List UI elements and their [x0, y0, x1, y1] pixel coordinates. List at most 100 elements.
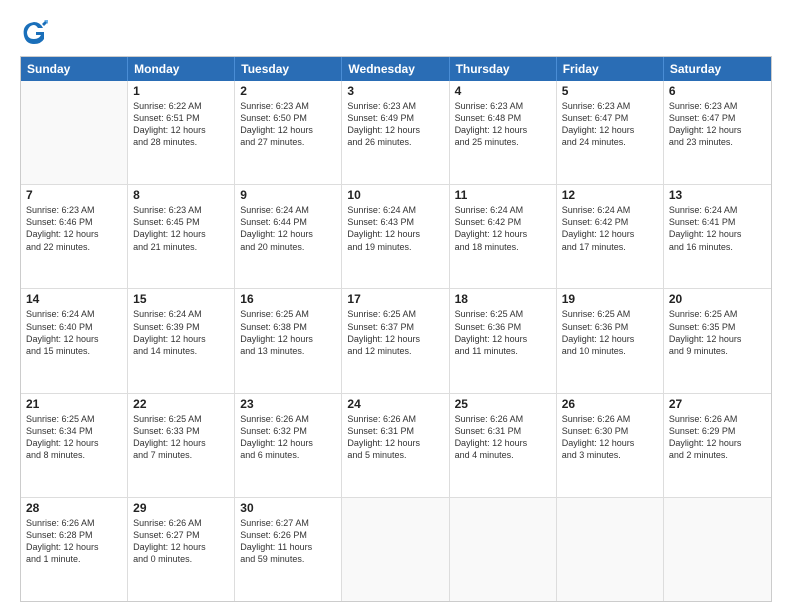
cell-info-line: Daylight: 12 hours — [240, 333, 336, 345]
cell-info-line: Daylight: 12 hours — [562, 437, 658, 449]
day-cell-13: 13Sunrise: 6:24 AMSunset: 6:41 PMDayligh… — [664, 185, 771, 288]
cell-info-line: Sunrise: 6:25 AM — [240, 308, 336, 320]
day-cell-14: 14Sunrise: 6:24 AMSunset: 6:40 PMDayligh… — [21, 289, 128, 392]
cell-info-line: Sunset: 6:29 PM — [669, 425, 766, 437]
header-day-thursday: Thursday — [450, 57, 557, 81]
calendar-header: SundayMondayTuesdayWednesdayThursdayFrid… — [21, 57, 771, 81]
calendar-row-2: 14Sunrise: 6:24 AMSunset: 6:40 PMDayligh… — [21, 288, 771, 392]
day-number: 17 — [347, 292, 443, 306]
cell-info-line: and 28 minutes. — [133, 136, 229, 148]
day-number: 6 — [669, 84, 766, 98]
cell-info-line: Daylight: 12 hours — [240, 437, 336, 449]
cell-info-line: Sunset: 6:45 PM — [133, 216, 229, 228]
day-cell-12: 12 Sunrise: 6:24 AMSunset: 6:42 PMDayligh… — [557, 185, 664, 288]
header-day-tuesday: Tuesday — [235, 57, 342, 81]
cell-info-line: Sunrise: 6:23 AM — [240, 100, 336, 112]
day-number: 13 — [669, 188, 766, 202]
day-cell-16: 16Sunrise: 6:25 AMSunset: 6:38 PMDayligh… — [235, 289, 342, 392]
cell-info-line: Sunset: 6:36 PM — [455, 321, 551, 333]
cell-info-line: and 27 minutes. — [240, 136, 336, 148]
day-cell-3: 3Sunrise: 6:23 AMSunset: 6:49 PMDaylight… — [342, 81, 449, 184]
cell-info-line: and 1 minute. — [26, 553, 122, 565]
day-cell-18: 18Sunrise: 6:25 AMSunset: 6:36 PMDayligh… — [450, 289, 557, 392]
day-cell-20: 20Sunrise: 6:25 AMSunset: 6:35 PMDayligh… — [664, 289, 771, 392]
cell-info-line: Sunset: 6:32 PM — [240, 425, 336, 437]
page: SundayMondayTuesdayWednesdayThursdayFrid… — [0, 0, 792, 612]
day-number: 3 — [347, 84, 443, 98]
cell-info-line: Sunrise: 6:23 AM — [562, 100, 658, 112]
cell-info-line: Daylight: 12 hours — [669, 124, 766, 136]
cell-info-line: Sunrise: 6:24 AM — [562, 204, 658, 216]
header-day-friday: Friday — [557, 57, 664, 81]
day-number: 7 — [26, 188, 122, 202]
cell-info-line: and 17 minutes. — [562, 241, 658, 253]
cell-info-line: Daylight: 12 hours — [455, 228, 551, 240]
day-number: 26 — [562, 397, 658, 411]
day-cell-15: 15Sunrise: 6:24 AMSunset: 6:39 PMDayligh… — [128, 289, 235, 392]
cell-info-line: Sunrise: 6:23 AM — [133, 204, 229, 216]
day-cell-25: 25Sunrise: 6:26 AMSunset: 6:31 PMDayligh… — [450, 394, 557, 497]
cell-info-line: and 0 minutes. — [133, 553, 229, 565]
day-number: 12 — [562, 188, 658, 202]
cell-info-line: Sunset: 6:27 PM — [133, 529, 229, 541]
empty-cell-4-5 — [557, 498, 664, 601]
cell-info-line: and 15 minutes. — [26, 345, 122, 357]
day-number: 20 — [669, 292, 766, 306]
day-cell-27: 27Sunrise: 6:26 AMSunset: 6:29 PMDayligh… — [664, 394, 771, 497]
day-number: 10 — [347, 188, 443, 202]
cell-info-line: Sunset: 6:48 PM — [455, 112, 551, 124]
cell-info-line: Sunset: 6:42 PM — [562, 216, 658, 228]
cell-info-line: Sunset: 6:31 PM — [347, 425, 443, 437]
cell-info-line: Daylight: 12 hours — [562, 228, 658, 240]
day-number: 27 — [669, 397, 766, 411]
cell-info-line: Sunrise: 6:23 AM — [26, 204, 122, 216]
cell-info-line: Daylight: 12 hours — [562, 124, 658, 136]
cell-info-line: Sunset: 6:40 PM — [26, 321, 122, 333]
day-number: 8 — [133, 188, 229, 202]
cell-info-line: Sunset: 6:43 PM — [347, 216, 443, 228]
cell-info-line: and 5 minutes. — [347, 449, 443, 461]
cell-info-line: and 59 minutes. — [240, 553, 336, 565]
cell-info-line: Sunrise: 6:24 AM — [347, 204, 443, 216]
cell-info-line: Sunrise: 6:26 AM — [347, 413, 443, 425]
calendar-row-4: 28Sunrise: 6:26 AMSunset: 6:28 PMDayligh… — [21, 497, 771, 601]
cell-info-line: Daylight: 11 hours — [240, 541, 336, 553]
cell-info-line: and 21 minutes. — [133, 241, 229, 253]
cell-info-line: Sunrise: 6:26 AM — [455, 413, 551, 425]
header — [20, 18, 772, 46]
cell-info-line: Sunset: 6:47 PM — [562, 112, 658, 124]
cell-info-line: Daylight: 12 hours — [133, 124, 229, 136]
day-number: 28 — [26, 501, 122, 515]
day-cell-19: 19Sunrise: 6:25 AMSunset: 6:36 PMDayligh… — [557, 289, 664, 392]
cell-info-line: Sunrise: 6:26 AM — [669, 413, 766, 425]
cell-info-line: Sunset: 6:37 PM — [347, 321, 443, 333]
cell-info-line: Daylight: 12 hours — [347, 228, 443, 240]
cell-info-line: and 9 minutes. — [669, 345, 766, 357]
day-cell-4: 4Sunrise: 6:23 AMSunset: 6:48 PMDaylight… — [450, 81, 557, 184]
cell-info-line: Daylight: 12 hours — [26, 437, 122, 449]
cell-info-line: Daylight: 12 hours — [455, 333, 551, 345]
cell-info-line: Sunrise: 6:26 AM — [26, 517, 122, 529]
day-number: 15 — [133, 292, 229, 306]
empty-cell-0-0 — [21, 81, 128, 184]
cell-info-line: Daylight: 12 hours — [347, 124, 443, 136]
cell-info-line: Daylight: 12 hours — [133, 541, 229, 553]
cell-info-line: and 2 minutes. — [669, 449, 766, 461]
cell-info-line: and 4 minutes. — [455, 449, 551, 461]
cell-info-line: Sunset: 6:41 PM — [669, 216, 766, 228]
cell-info-line: Sunrise: 6:24 AM — [669, 204, 766, 216]
cell-info-line: Sunrise: 6:25 AM — [562, 308, 658, 320]
cell-info-line: Sunset: 6:44 PM — [240, 216, 336, 228]
cell-info-line: Daylight: 12 hours — [26, 228, 122, 240]
cell-info-line: Sunset: 6:34 PM — [26, 425, 122, 437]
cell-info-line: and 10 minutes. — [562, 345, 658, 357]
cell-info-line: Sunset: 6:36 PM — [562, 321, 658, 333]
cell-info-line: Sunset: 6:39 PM — [133, 321, 229, 333]
day-number: 21 — [26, 397, 122, 411]
cell-info-line: Sunrise: 6:25 AM — [133, 413, 229, 425]
cell-info-line: Daylight: 12 hours — [562, 333, 658, 345]
cell-info-line: Sunset: 6:51 PM — [133, 112, 229, 124]
day-number: 22 — [133, 397, 229, 411]
cell-info-line: and 11 minutes. — [455, 345, 551, 357]
calendar: SundayMondayTuesdayWednesdayThursdayFrid… — [20, 56, 772, 602]
